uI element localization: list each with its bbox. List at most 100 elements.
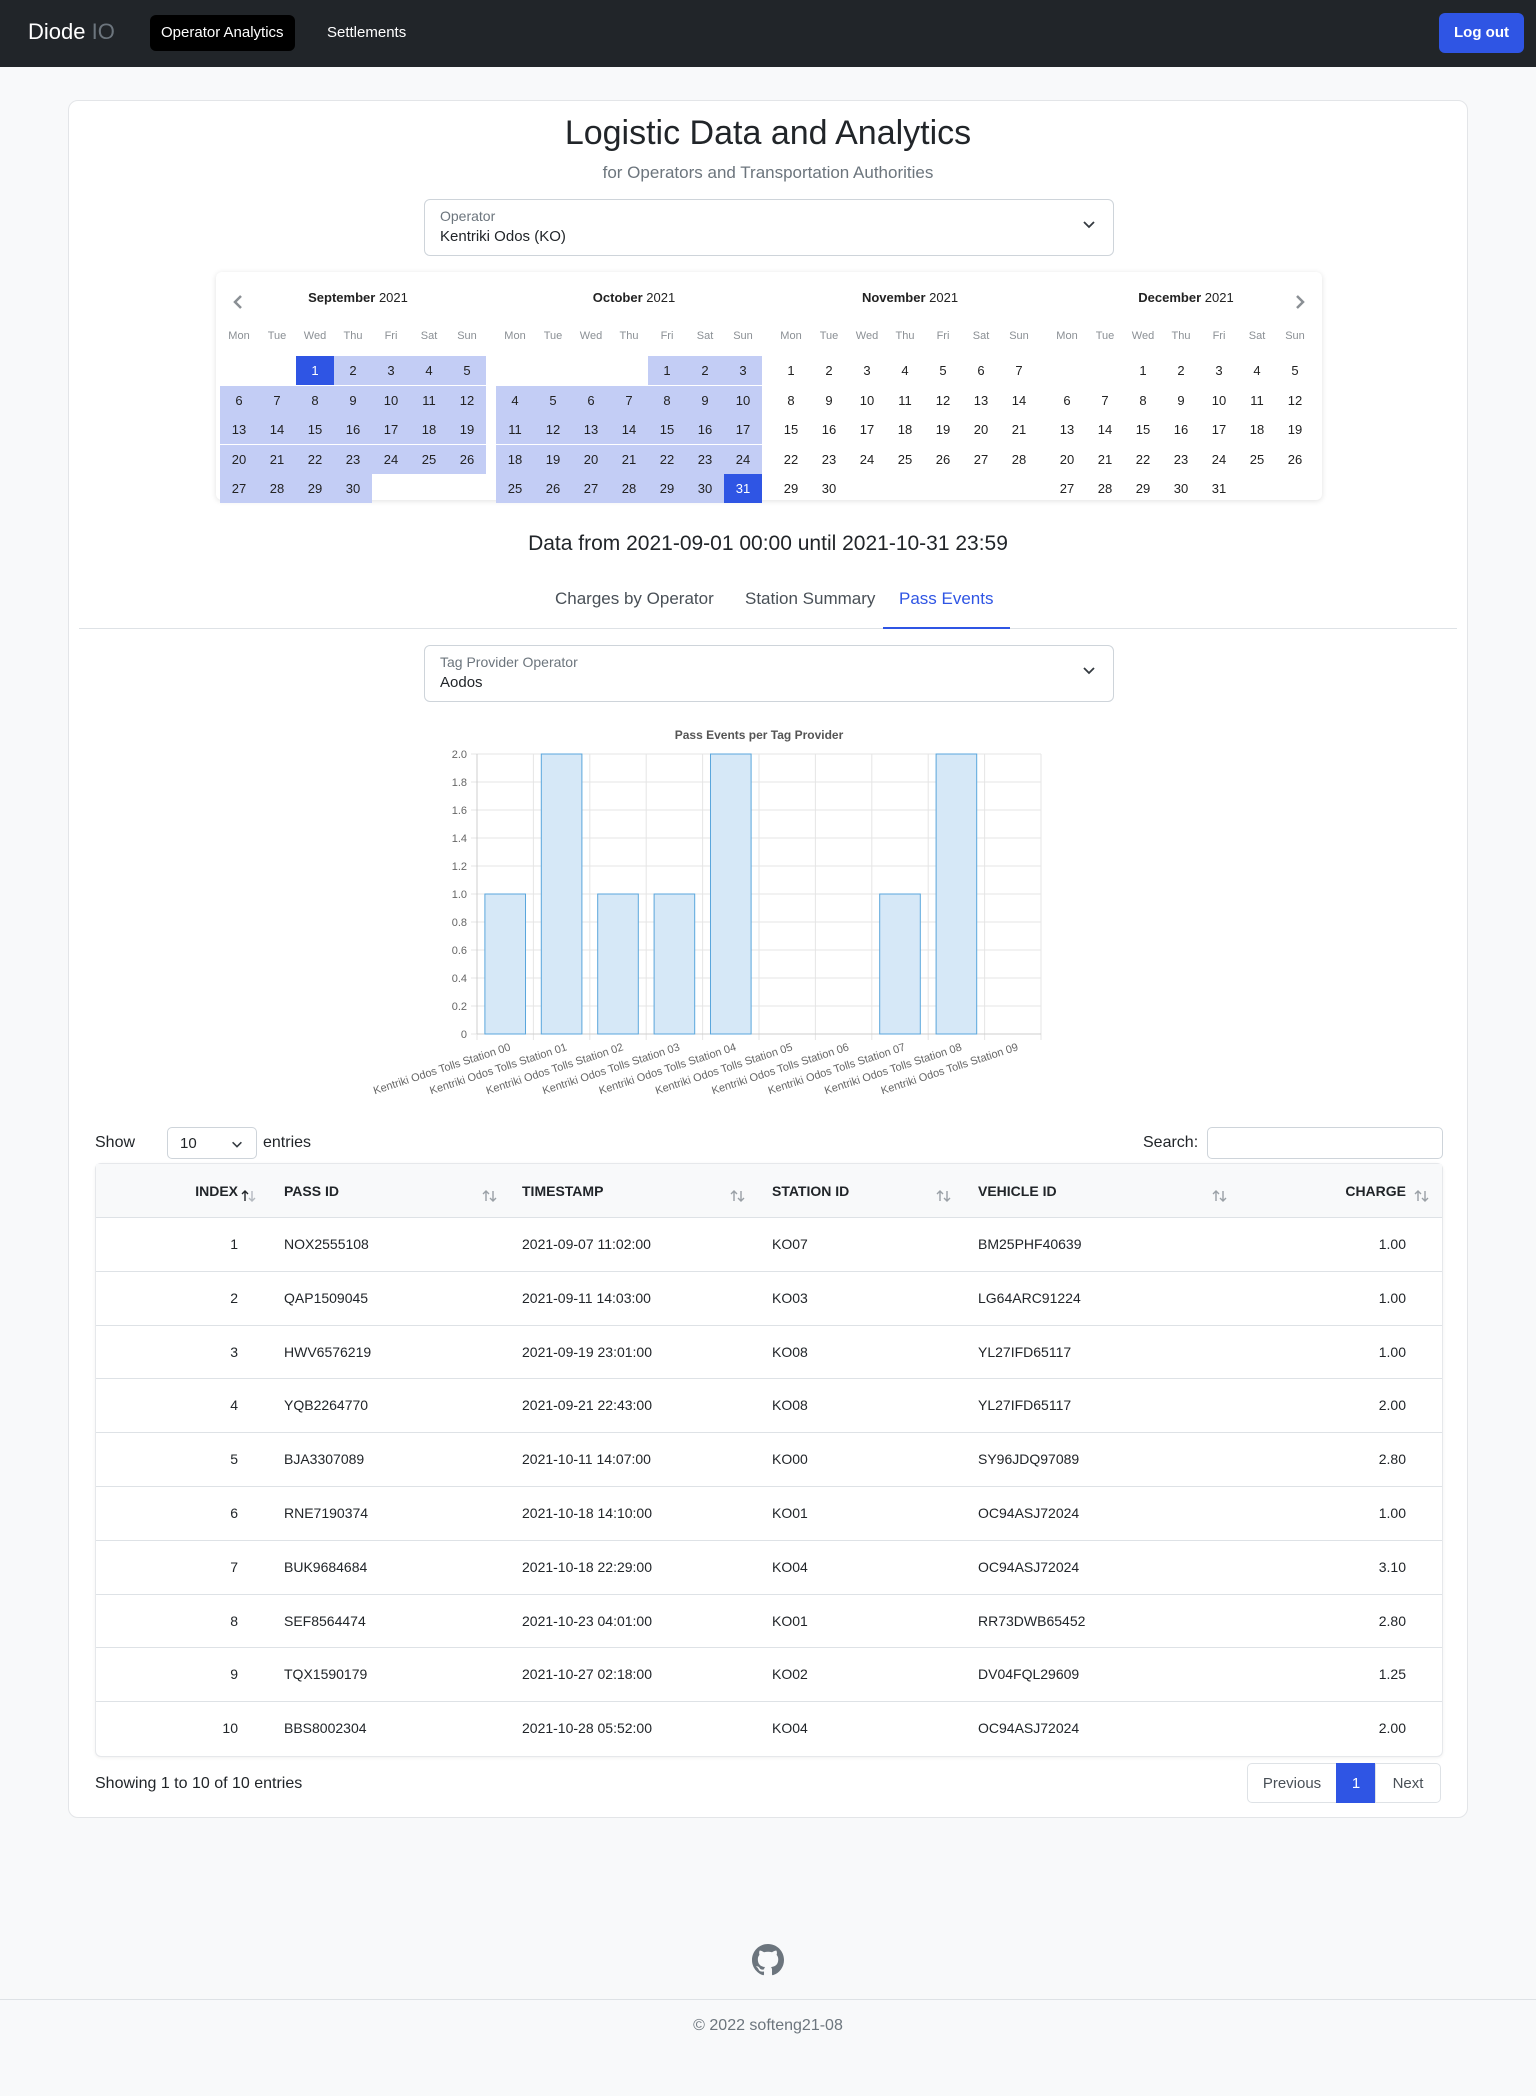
calendar-day[interactable]: 10 xyxy=(724,385,762,415)
calendar-day[interactable]: 15 xyxy=(1124,415,1162,444)
calendar-day[interactable]: 17 xyxy=(372,415,410,445)
calendar-day[interactable]: 1 xyxy=(648,356,686,385)
calendar-day[interactable]: 27 xyxy=(220,474,258,504)
calendar-day[interactable]: 19 xyxy=(1276,415,1314,444)
calendar-day[interactable]: 10 xyxy=(848,386,886,415)
calendar-day[interactable]: 28 xyxy=(258,474,296,504)
calendar-day[interactable]: 18 xyxy=(1238,415,1276,444)
calendar-day[interactable]: 28 xyxy=(1000,445,1038,474)
calendar-day[interactable]: 6 xyxy=(572,385,610,415)
calendar-day[interactable]: 31 xyxy=(724,474,762,504)
calendar-day[interactable]: 9 xyxy=(686,385,724,415)
column-header-pass-id[interactable]: PASS ID xyxy=(284,1164,339,1218)
github-icon[interactable] xyxy=(752,1944,784,1976)
sort-icon[interactable] xyxy=(730,1189,746,1203)
brand-logo[interactable]: Diode IO xyxy=(28,19,115,45)
calendar-day[interactable]: 23 xyxy=(686,444,724,474)
calendar-day[interactable]: 21 xyxy=(610,444,648,474)
page-1-button[interactable]: 1 xyxy=(1336,1763,1376,1803)
calendar-day[interactable]: 8 xyxy=(296,385,334,415)
next-page-button[interactable]: Next xyxy=(1375,1763,1441,1803)
calendar-day[interactable]: 11 xyxy=(1238,386,1276,415)
operator-select[interactable]: Operator Kentriki Odos (KO) xyxy=(424,199,1114,256)
calendar-day[interactable]: 22 xyxy=(296,444,334,474)
tab-charges-by-operator[interactable]: Charges by Operator xyxy=(539,574,730,629)
calendar-day[interactable]: 29 xyxy=(648,474,686,504)
calendar-day[interactable]: 27 xyxy=(1048,474,1086,503)
calendar-day[interactable]: 6 xyxy=(220,385,258,415)
calendar-day[interactable]: 23 xyxy=(334,444,372,474)
calendar-day[interactable]: 10 xyxy=(1200,386,1238,415)
calendar-day[interactable]: 18 xyxy=(886,415,924,444)
calendar-day[interactable]: 24 xyxy=(372,444,410,474)
calendar-day[interactable]: 31 xyxy=(1200,474,1238,503)
calendar-day[interactable]: 24 xyxy=(848,445,886,474)
calendar-day[interactable]: 16 xyxy=(334,415,372,445)
column-header-vehicle-id[interactable]: VEHICLE ID xyxy=(978,1164,1057,1218)
tag-provider-select[interactable]: Tag Provider Operator Aodos xyxy=(424,645,1114,702)
calendar-day[interactable]: 28 xyxy=(1086,474,1124,503)
calendar-day[interactable]: 4 xyxy=(496,385,534,415)
previous-page-button[interactable]: Previous xyxy=(1247,1763,1337,1803)
calendar-day[interactable]: 14 xyxy=(1000,386,1038,415)
calendar-day[interactable]: 28 xyxy=(610,474,648,504)
calendar-day[interactable]: 7 xyxy=(1086,386,1124,415)
calendar-day[interactable]: 30 xyxy=(334,474,372,504)
calendar-day[interactable]: 11 xyxy=(496,415,534,445)
calendar-day[interactable]: 5 xyxy=(534,385,572,415)
calendar-day[interactable]: 25 xyxy=(496,474,534,504)
calendar-day[interactable]: 20 xyxy=(572,444,610,474)
calendar-day[interactable]: 13 xyxy=(962,386,1000,415)
sort-icon[interactable] xyxy=(482,1189,498,1203)
calendar-day[interactable]: 3 xyxy=(848,356,886,385)
sort-icon[interactable] xyxy=(1212,1189,1228,1203)
page-size-select[interactable]: 10 xyxy=(167,1127,257,1159)
calendar-day[interactable]: 7 xyxy=(258,385,296,415)
calendar-day[interactable]: 13 xyxy=(1048,415,1086,444)
calendar-day[interactable]: 17 xyxy=(724,415,762,445)
calendar-day[interactable]: 29 xyxy=(1124,474,1162,503)
calendar-day[interactable]: 10 xyxy=(372,385,410,415)
logout-button[interactable]: Log out xyxy=(1439,13,1524,53)
sort-icon[interactable] xyxy=(1414,1189,1430,1203)
calendar-day[interactable]: 17 xyxy=(1200,415,1238,444)
search-input[interactable] xyxy=(1207,1127,1443,1159)
calendar-day[interactable]: 27 xyxy=(572,474,610,504)
calendar-day[interactable]: 19 xyxy=(534,444,572,474)
calendar-day[interactable]: 15 xyxy=(648,415,686,445)
calendar-day[interactable]: 6 xyxy=(1048,386,1086,415)
calendar-day[interactable]: 29 xyxy=(296,474,334,504)
calendar-day[interactable]: 25 xyxy=(886,445,924,474)
calendar-day[interactable]: 24 xyxy=(724,444,762,474)
calendar-day[interactable]: 14 xyxy=(1086,415,1124,444)
calendar-day[interactable]: 5 xyxy=(1276,356,1314,385)
calendar-day[interactable]: 7 xyxy=(610,385,648,415)
calendar-day[interactable]: 13 xyxy=(220,415,258,445)
calendar-day[interactable]: 26 xyxy=(534,474,572,504)
calendar-day[interactable]: 5 xyxy=(448,356,486,385)
column-header-index[interactable]: INDEX xyxy=(116,1164,238,1218)
calendar-day[interactable]: 3 xyxy=(724,356,762,385)
calendar-day[interactable]: 6 xyxy=(962,356,1000,385)
calendar-day[interactable]: 24 xyxy=(1200,445,1238,474)
column-header-station-id[interactable]: STATION ID xyxy=(772,1164,849,1218)
column-header-timestamp[interactable]: TIMESTAMP xyxy=(522,1164,603,1218)
calendar-day[interactable]: 18 xyxy=(496,444,534,474)
calendar-day[interactable]: 3 xyxy=(1200,356,1238,385)
calendar-day[interactable]: 22 xyxy=(772,445,810,474)
calendar-day[interactable]: 15 xyxy=(772,415,810,444)
calendar-day[interactable]: 25 xyxy=(1238,445,1276,474)
calendar-day[interactable]: 3 xyxy=(372,356,410,385)
calendar-day[interactable]: 26 xyxy=(448,444,486,474)
sort-asc-icon[interactable] xyxy=(241,1189,257,1203)
calendar-day[interactable]: 22 xyxy=(1124,445,1162,474)
calendar-day[interactable]: 26 xyxy=(1276,445,1314,474)
nav-item-operator-analytics[interactable]: Operator Analytics xyxy=(150,15,295,51)
calendar-day[interactable]: 14 xyxy=(258,415,296,445)
column-header-charge[interactable]: CHARGE xyxy=(1256,1164,1406,1218)
calendar-day[interactable]: 22 xyxy=(648,444,686,474)
calendar-day[interactable]: 21 xyxy=(1000,415,1038,444)
calendar-day[interactable]: 2 xyxy=(810,356,848,385)
calendar-day[interactable]: 19 xyxy=(448,415,486,445)
calendar-day[interactable]: 4 xyxy=(1238,356,1276,385)
